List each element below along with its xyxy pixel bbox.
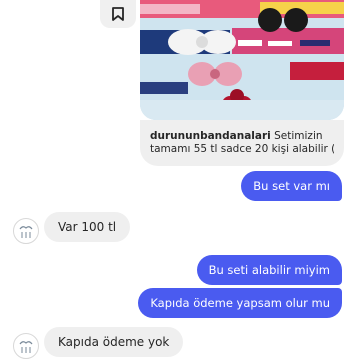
- post-caption-line2: tamamı 55 tl sadce 20 kişi alabilir (0/.…: [150, 142, 334, 155]
- post-author-handle: durununbandanalari: [150, 130, 271, 142]
- save-post-button[interactable]: [100, 0, 136, 28]
- avatar[interactable]: [13, 333, 39, 359]
- message-bubble-outgoing[interactable]: Bu seti alabilir miyim: [196, 255, 342, 285]
- message-bubble-outgoing[interactable]: Bu set var mı: [241, 171, 342, 201]
- bookmark-icon: [112, 7, 124, 21]
- avatar-logo-icon: [19, 226, 33, 238]
- avatar[interactable]: [13, 218, 39, 244]
- message-bubble-incoming[interactable]: Var 100 tl: [44, 212, 131, 242]
- message-bubble-incoming[interactable]: Kapıda ödeme yok: [44, 327, 184, 357]
- avatar-logo-icon: [19, 341, 33, 353]
- message-bubble-outgoing[interactable]: Kapıda ödeme yapsam olur mu: [138, 288, 342, 318]
- post-caption-line1: Setimizin: [274, 130, 323, 142]
- shared-post-caption[interactable]: durununbandanalari Setimizin tamamı 55 t…: [140, 120, 344, 166]
- shared-post-image[interactable]: [140, 0, 344, 120]
- hair-accessories-photo: [140, 0, 344, 120]
